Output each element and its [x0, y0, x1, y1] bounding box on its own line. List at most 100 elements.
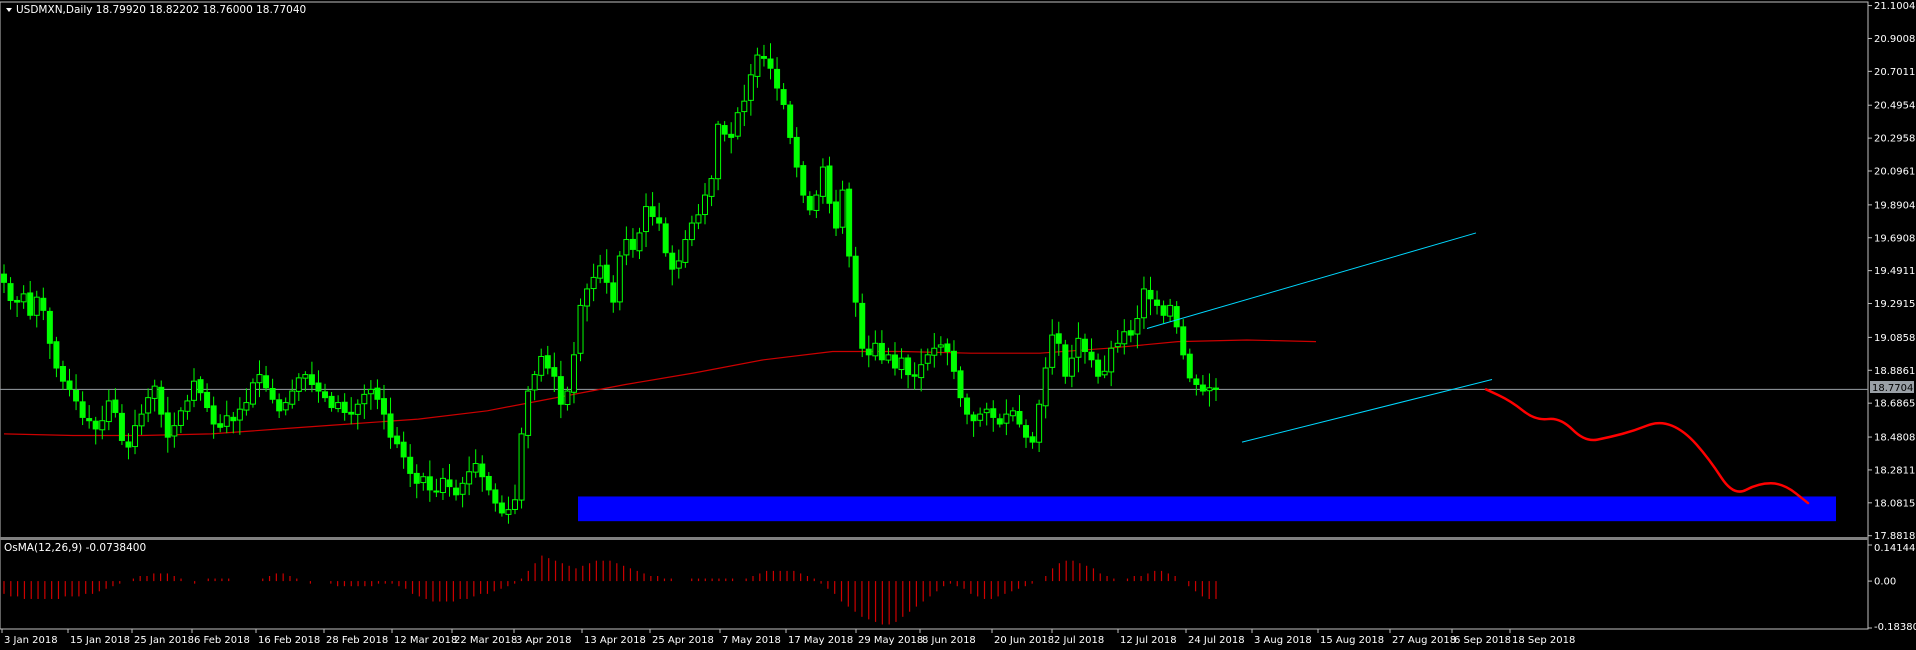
support-zone-layer: [578, 496, 1836, 522]
candle: [164, 396, 171, 453]
time-tick-label: 12 Jul 2018: [1120, 635, 1177, 646]
candle: [420, 472, 427, 491]
candle-body-bull: [1140, 288, 1147, 319]
osma-bars-layer: [3, 555, 1217, 625]
candle-body-bull: [616, 255, 623, 303]
candle: [99, 405, 106, 440]
candle-body-bull: [151, 385, 158, 399]
candle-body-bear: [1088, 351, 1095, 361]
candle-body-bear: [800, 165, 807, 196]
candle-body-bear: [610, 282, 617, 303]
current-price-label: 18.77040: [1872, 383, 1916, 394]
candle-body-bear: [1213, 387, 1219, 390]
candle-body-bear: [263, 375, 270, 389]
candle: [171, 412, 178, 448]
candle: [1213, 378, 1219, 402]
time-tick-label: 3 Jan 2018: [4, 635, 58, 646]
candle-body-bull: [1134, 318, 1141, 335]
price-tick-label: 19.69080: [1874, 233, 1916, 244]
candle: [132, 409, 139, 455]
dropdown-triangle-icon[interactable]: [6, 8, 12, 12]
candle: [243, 388, 250, 416]
osma-title: OsMA(12,26,9) -0.0738400: [4, 542, 146, 554]
candle: [1101, 355, 1108, 379]
candle-body-bear: [760, 55, 767, 59]
price-tick-label: 19.08580: [1874, 333, 1916, 344]
candle: [1049, 319, 1056, 375]
candle-body-bear: [276, 399, 283, 412]
candle-body-bear: [551, 367, 558, 377]
candle: [1016, 395, 1023, 428]
main-chart-frame: [0, 1, 1869, 539]
candle-body-bull: [367, 388, 374, 395]
candle-body-bear: [433, 490, 440, 493]
candle: [236, 397, 243, 435]
candle: [1127, 320, 1134, 343]
candle-body-bear: [1199, 384, 1206, 392]
chart-window[interactable]: 21.10045 20.90080 20.70115 20.49545 20.29580…: [0, 0, 1916, 650]
channel-layer[interactable]: [1146, 232, 1493, 443]
time-tick-label: 22 Mar 2018: [454, 635, 517, 646]
candle-body-bear: [79, 401, 86, 418]
time-tick-label: 15 Jan 2018: [70, 635, 130, 646]
candle-body-bear: [1, 273, 7, 283]
candle-body-bear: [629, 238, 636, 250]
candle: [774, 57, 781, 101]
osma-tick-label: 0.00: [1874, 577, 1896, 588]
candle: [721, 121, 728, 142]
price-tick-label: 20.90080: [1874, 34, 1916, 45]
candle-body-bull: [439, 477, 446, 494]
time-tick-label: 25 Apr 2018: [652, 635, 714, 646]
candle-body-bear: [315, 382, 322, 392]
candle: [905, 354, 912, 389]
candle: [33, 290, 40, 328]
channel-upper-line[interactable]: [1146, 232, 1477, 329]
candle-body-bear: [656, 217, 663, 224]
candle: [852, 246, 859, 317]
candle: [217, 414, 224, 433]
candle: [328, 392, 335, 412]
candle-body-bull: [564, 390, 571, 406]
candle-body-bull: [734, 112, 741, 137]
candle-body-bull: [682, 239, 689, 263]
candle: [1, 264, 7, 294]
candle: [846, 182, 853, 268]
candle-body-bull: [256, 374, 263, 384]
candle-body-bear: [990, 408, 997, 418]
candle: [322, 383, 329, 402]
candle: [158, 380, 165, 428]
candle: [1199, 375, 1206, 396]
candle-body-bull: [302, 374, 309, 379]
candle-body-bear: [197, 379, 204, 394]
candle-body-bull: [813, 194, 820, 211]
candle: [715, 120, 722, 191]
price-tick-label: 18.68650: [1874, 399, 1916, 410]
candle-body-bear: [662, 223, 669, 254]
candle-body-bear: [865, 348, 872, 356]
candle-body-bear: [125, 441, 132, 448]
candle-body-bear: [996, 418, 1003, 425]
price-tick-label: 18.48080: [1874, 433, 1916, 444]
candle-body-bear: [1062, 344, 1069, 377]
price-tick-label: 19.89045: [1874, 200, 1916, 211]
candle: [688, 215, 695, 247]
candle-body-bear: [453, 487, 460, 496]
candle: [197, 376, 204, 401]
candle-body-bear: [780, 89, 787, 105]
candle-body-bull: [420, 476, 427, 484]
candle-body-bull: [715, 123, 722, 180]
candle: [256, 360, 263, 398]
candle: [27, 280, 34, 320]
candle-body-bear: [217, 423, 224, 428]
candle: [7, 277, 14, 310]
price-axis[interactable]: 21.10045 20.90080 20.70115 20.49545 20.29580…: [1868, 1, 1916, 542]
candle-body-bear: [1081, 338, 1088, 353]
candle-body-bear: [878, 342, 885, 361]
candle: [1036, 399, 1043, 453]
time-axis[interactable]: 3 Jan 2018 15 Jan 2018 25 Jan 2018 6 Feb 20…: [1, 629, 1575, 646]
price-tick-label: 18.28115: [1874, 465, 1916, 476]
time-tick-label: 15 Aug 2018: [1320, 635, 1384, 646]
candle-body-bear: [964, 397, 971, 415]
candle: [944, 338, 951, 366]
candle-body-bull: [937, 344, 944, 348]
